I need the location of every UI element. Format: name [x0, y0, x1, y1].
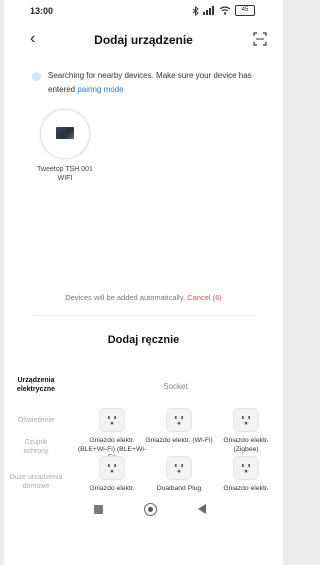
home-icon[interactable]: [144, 503, 157, 516]
system-nav-bar: [4, 500, 283, 522]
recents-icon[interactable]: [94, 505, 103, 514]
tile-dualband-plug[interactable]: Dualband Plug: [144, 456, 214, 494]
socket-icon: [166, 408, 192, 432]
tile-socket-6[interactable]: Gniazdo elektr.: [211, 456, 281, 494]
tile-label: Gniazdo elektr.: [89, 485, 135, 492]
socket-icon: [233, 408, 259, 432]
tile-socket-wifi[interactable]: Gniazdo elektr. (Wi-Fi): [144, 408, 214, 446]
phone-screen: 13:00 45 ‹ Dodaj urządzenie Searching fo…: [4, 0, 283, 565]
tile-label: Gniazdo elektr. (Wi-Fi): [145, 437, 213, 444]
tile-label: Gniazdo elektr.: [223, 485, 269, 492]
tile-label: Gniazdo elektr. (Zigbee): [223, 437, 269, 453]
socket-icon: [166, 456, 192, 480]
tile-label: Dualband Plug: [156, 485, 202, 492]
back-triangle-icon[interactable]: [198, 504, 206, 514]
socket-icon: [99, 456, 125, 480]
device-tiles: Gniazdo elektr. (BLE+Wi-Fi) (BLE+Wi-Fi) …: [4, 0, 283, 520]
socket-icon: [99, 408, 125, 432]
tile-socket-zigbee[interactable]: Gniazdo elektr. (Zigbee): [211, 408, 281, 454]
socket-icon: [233, 456, 259, 480]
tile-socket-4[interactable]: Gniazdo elektr.: [77, 456, 147, 494]
tile-socket-ble-wifi[interactable]: Gniazdo elektr. (BLE+Wi-Fi) (BLE+Wi-Fi): [77, 408, 147, 463]
